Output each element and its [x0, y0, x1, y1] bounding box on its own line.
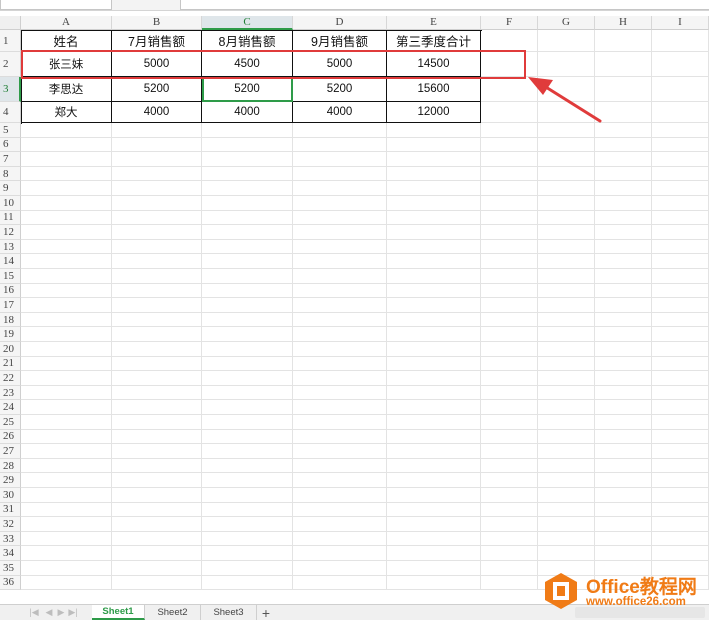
tab-sheet3[interactable]: Sheet3 [201, 605, 257, 620]
tab-sheet1[interactable]: Sheet1 [92, 605, 145, 620]
annotation-arrow-icon [528, 77, 602, 123]
first-sheet-icon[interactable]: |◀ [28, 606, 40, 618]
watermark-logo: Office教程网 www.office26.com [542, 570, 707, 614]
watermark-title: Office教程网 [586, 577, 697, 598]
office-logo-icon [545, 573, 577, 609]
last-sheet-icon[interactable]: ▶| [67, 606, 79, 618]
prev-sheet-icon[interactable]: ◀ [43, 606, 55, 618]
watermark-url: www.office26.com [586, 596, 686, 608]
tab-sheet2[interactable]: Sheet2 [145, 605, 201, 620]
add-sheet-button[interactable]: + [257, 605, 275, 621]
next-sheet-icon[interactable]: ▶ [55, 606, 67, 618]
